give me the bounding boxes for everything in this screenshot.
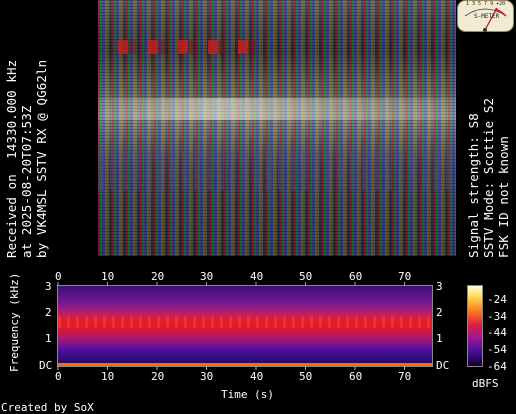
- x-axis-title: Time (s): [221, 388, 274, 401]
- spectrogram-axes: [57, 282, 483, 370]
- x-tick-top: 70: [398, 270, 412, 283]
- y-tick-right: 1: [436, 332, 443, 345]
- x-tick-top: 10: [101, 270, 115, 283]
- y-tick-left: 1: [45, 332, 52, 345]
- x-tick-top: 30: [200, 270, 214, 283]
- colorbar-tick: -64: [487, 360, 507, 373]
- x-tick-bottom: 50: [299, 370, 313, 383]
- created-by-label: Created by SoX: [1, 401, 94, 414]
- y-tick-right: DC: [436, 359, 450, 372]
- y-tick-left: 3: [45, 280, 52, 293]
- x-tick-bottom: 30: [200, 370, 214, 383]
- colorbar-tick: -34: [487, 310, 507, 323]
- y-tick-right: 3: [436, 280, 443, 293]
- x-tick-bottom: 70: [398, 370, 412, 383]
- colorbar: [468, 286, 482, 366]
- colorbar-tick: -54: [487, 343, 507, 356]
- y-tick-left: 2: [45, 306, 52, 319]
- colorbar-tick: -44: [487, 326, 507, 339]
- colorbar-unit: dBFS: [472, 377, 499, 390]
- x-tick-bottom: 60: [349, 370, 363, 383]
- y-axis-title: Frequency (kHz): [8, 272, 21, 372]
- x-tick-top: 0: [55, 270, 62, 283]
- x-tick-bottom: 0: [55, 370, 62, 383]
- x-tick-bottom: 40: [250, 370, 264, 383]
- x-tick-top: 60: [349, 270, 363, 283]
- x-tick-bottom: 10: [101, 370, 115, 383]
- colorbar-tick: -24: [487, 293, 507, 306]
- x-tick-bottom: 20: [151, 370, 165, 383]
- y-tick-right: 2: [436, 306, 443, 319]
- y-tick-left: DC: [39, 359, 53, 372]
- x-tick-top: 40: [250, 270, 264, 283]
- x-tick-top: 50: [299, 270, 313, 283]
- x-tick-top: 20: [151, 270, 165, 283]
